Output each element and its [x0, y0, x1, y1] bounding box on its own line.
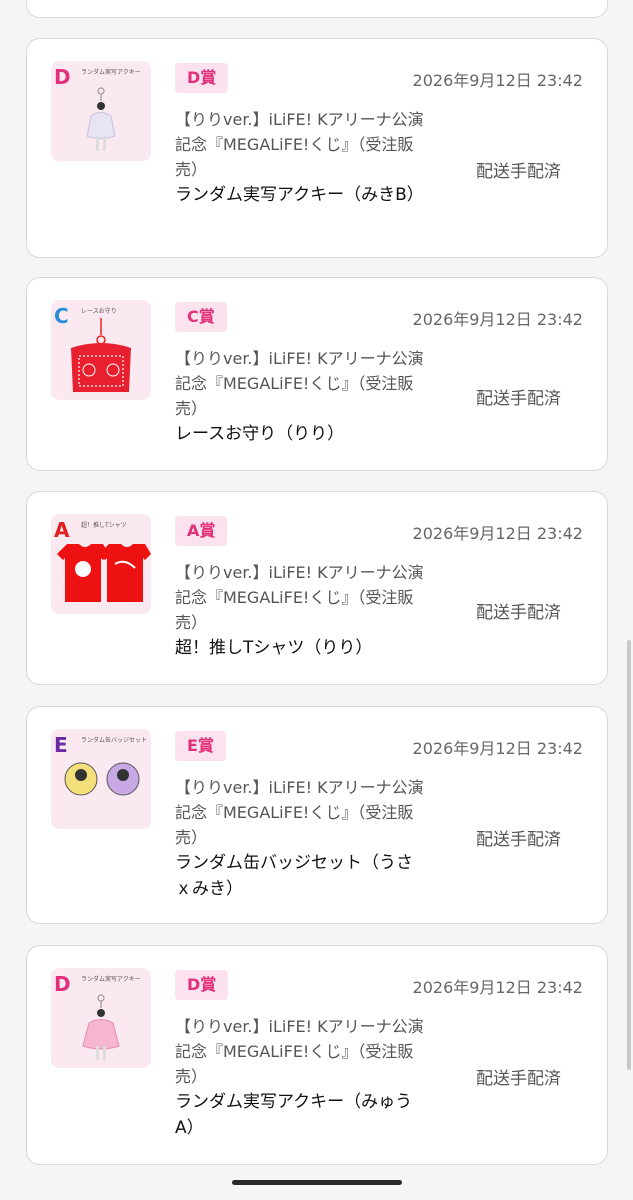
order-card[interactable]: D ランダム実写アクキー D賞 2026年9月12日 23:42 【りりver.…	[26, 945, 608, 1165]
order-date: 2026年9月12日 23:42	[412, 524, 583, 543]
product-thumbnail[interactable]: A 超！推しTシャツ	[51, 514, 151, 614]
lottery-title: 【りりver.】iLiFE! Kアリーナ公演記念『MEGALiFE!くじ』（受注…	[175, 778, 424, 847]
order-card[interactable]: E ランダム缶バッジセット E賞 2026年9月12日 23:42 【りりver…	[26, 706, 608, 924]
lottery-title: 【りりver.】iLiFE! Kアリーナ公演記念『MEGALiFE!くじ』（受注…	[175, 1017, 424, 1086]
product-thumbnail[interactable]: D ランダム実写アクキー	[51, 61, 151, 161]
prize-badge: D賞	[175, 970, 229, 1000]
shipping-status: 配送手配済	[476, 830, 561, 850]
home-indicator[interactable]	[232, 1180, 402, 1185]
order-date: 2026年9月12日 23:42	[412, 71, 583, 90]
order-card[interactable]: A 超！推しTシャツ A賞 2026年9月12日 23:42 【りりver.】i…	[26, 491, 608, 685]
item-name: ランダム実写アクキー（みゅうA）	[175, 1092, 413, 1138]
item-name: 超！推しTシャツ（りり）	[175, 638, 373, 658]
product-thumbnail[interactable]: C レースお守り	[51, 300, 151, 400]
prize-badge: D賞	[175, 63, 229, 93]
item-name: ランダム缶バッジセット（うさｘみき）	[175, 853, 413, 899]
prize-badge: C賞	[175, 302, 227, 332]
prize-badge: E賞	[175, 731, 226, 761]
acrylic-keychain-illustration	[82, 994, 120, 1060]
prize-badge: A賞	[175, 516, 228, 546]
item-name: ランダム実写アクキー（みきB）	[175, 185, 424, 205]
shipping-status: 配送手配済	[476, 1069, 561, 1089]
shipping-status: 配送手配済	[476, 162, 561, 182]
lace-omamori-illustration	[71, 318, 131, 392]
lottery-title: 【りりver.】iLiFE! Kアリーナ公演記念『MEGALiFE!くじ』（受注…	[175, 349, 424, 418]
order-date: 2026年9月12日 23:42	[412, 310, 583, 329]
lottery-title: 【りりver.】iLiFE! Kアリーナ公演記念『MEGALiFE!くじ』（受注…	[175, 110, 424, 179]
scrollbar[interactable]	[627, 640, 631, 1070]
tshirt-illustration	[57, 544, 151, 602]
product-thumbnail[interactable]: E ランダム缶バッジセット	[51, 729, 151, 829]
item-name: レースお守り（りり）	[175, 424, 345, 444]
order-date: 2026年9月12日 23:42	[412, 978, 583, 997]
product-thumbnail[interactable]: D ランダム実写アクキー	[51, 968, 151, 1068]
acrylic-keychain-illustration	[86, 87, 116, 151]
previous-order-card[interactable]	[26, 0, 608, 18]
order-card[interactable]: C レースお守り C賞 2026年9月12日 23:42 【りりver.】iLi…	[26, 277, 608, 471]
badge-set-illustration	[64, 762, 140, 796]
shipping-status: 配送手配済	[476, 389, 561, 409]
shipping-status: 配送手配済	[476, 603, 561, 623]
order-card[interactable]: D ランダム実写アクキー D賞 2026年9月12日 23:42 【りりver.…	[26, 38, 608, 258]
order-date: 2026年9月12日 23:42	[412, 739, 583, 758]
lottery-title: 【りりver.】iLiFE! Kアリーナ公演記念『MEGALiFE!くじ』（受注…	[175, 563, 424, 632]
